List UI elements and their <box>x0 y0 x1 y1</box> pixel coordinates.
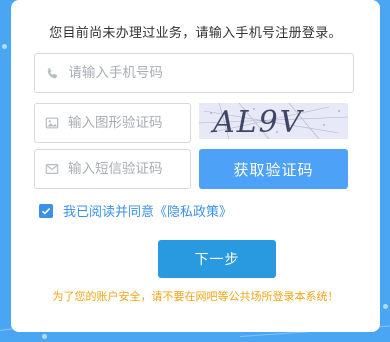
captcha-image[interactable]: AL9V <box>199 103 348 139</box>
captcha-text: AL9V <box>210 105 305 139</box>
agree-label: 我已阅读并同意 <box>63 205 155 220</box>
phone-input[interactable] <box>68 65 353 81</box>
image-code-field[interactable] <box>34 103 191 143</box>
check-icon <box>41 207 51 215</box>
privacy-policy-link[interactable]: 《隐私政策》 <box>154 201 232 220</box>
message-icon <box>45 161 59 177</box>
phone-icon <box>45 65 59 81</box>
register-card: 您目前尚未办理过业务，请输入手机号注册登录。 AL9V <box>11 0 380 332</box>
security-warning: 为了您的账户安全，请不要在网吧等公共场所登录本系统！ <box>52 290 339 303</box>
image-icon <box>45 115 59 131</box>
notice-text: 您目前尚未办理过业务，请输入手机号注册登录。 <box>49 26 342 41</box>
agreement-row: 我已阅读并同意 《隐私政策》 <box>39 201 232 220</box>
get-sms-code-button[interactable]: 获取验证码 <box>199 149 348 189</box>
sms-code-field[interactable] <box>34 149 191 189</box>
next-step-button[interactable]: 下一步 <box>158 240 276 278</box>
bg-dot <box>2 44 7 49</box>
phone-field[interactable] <box>34 53 354 93</box>
image-code-input[interactable] <box>68 115 190 131</box>
bg-dot <box>383 304 388 309</box>
captcha-noise: AL9V <box>199 103 348 139</box>
agree-checkbox[interactable] <box>39 203 53 218</box>
sms-code-input[interactable] <box>68 161 190 177</box>
bg-dot <box>42 334 47 339</box>
